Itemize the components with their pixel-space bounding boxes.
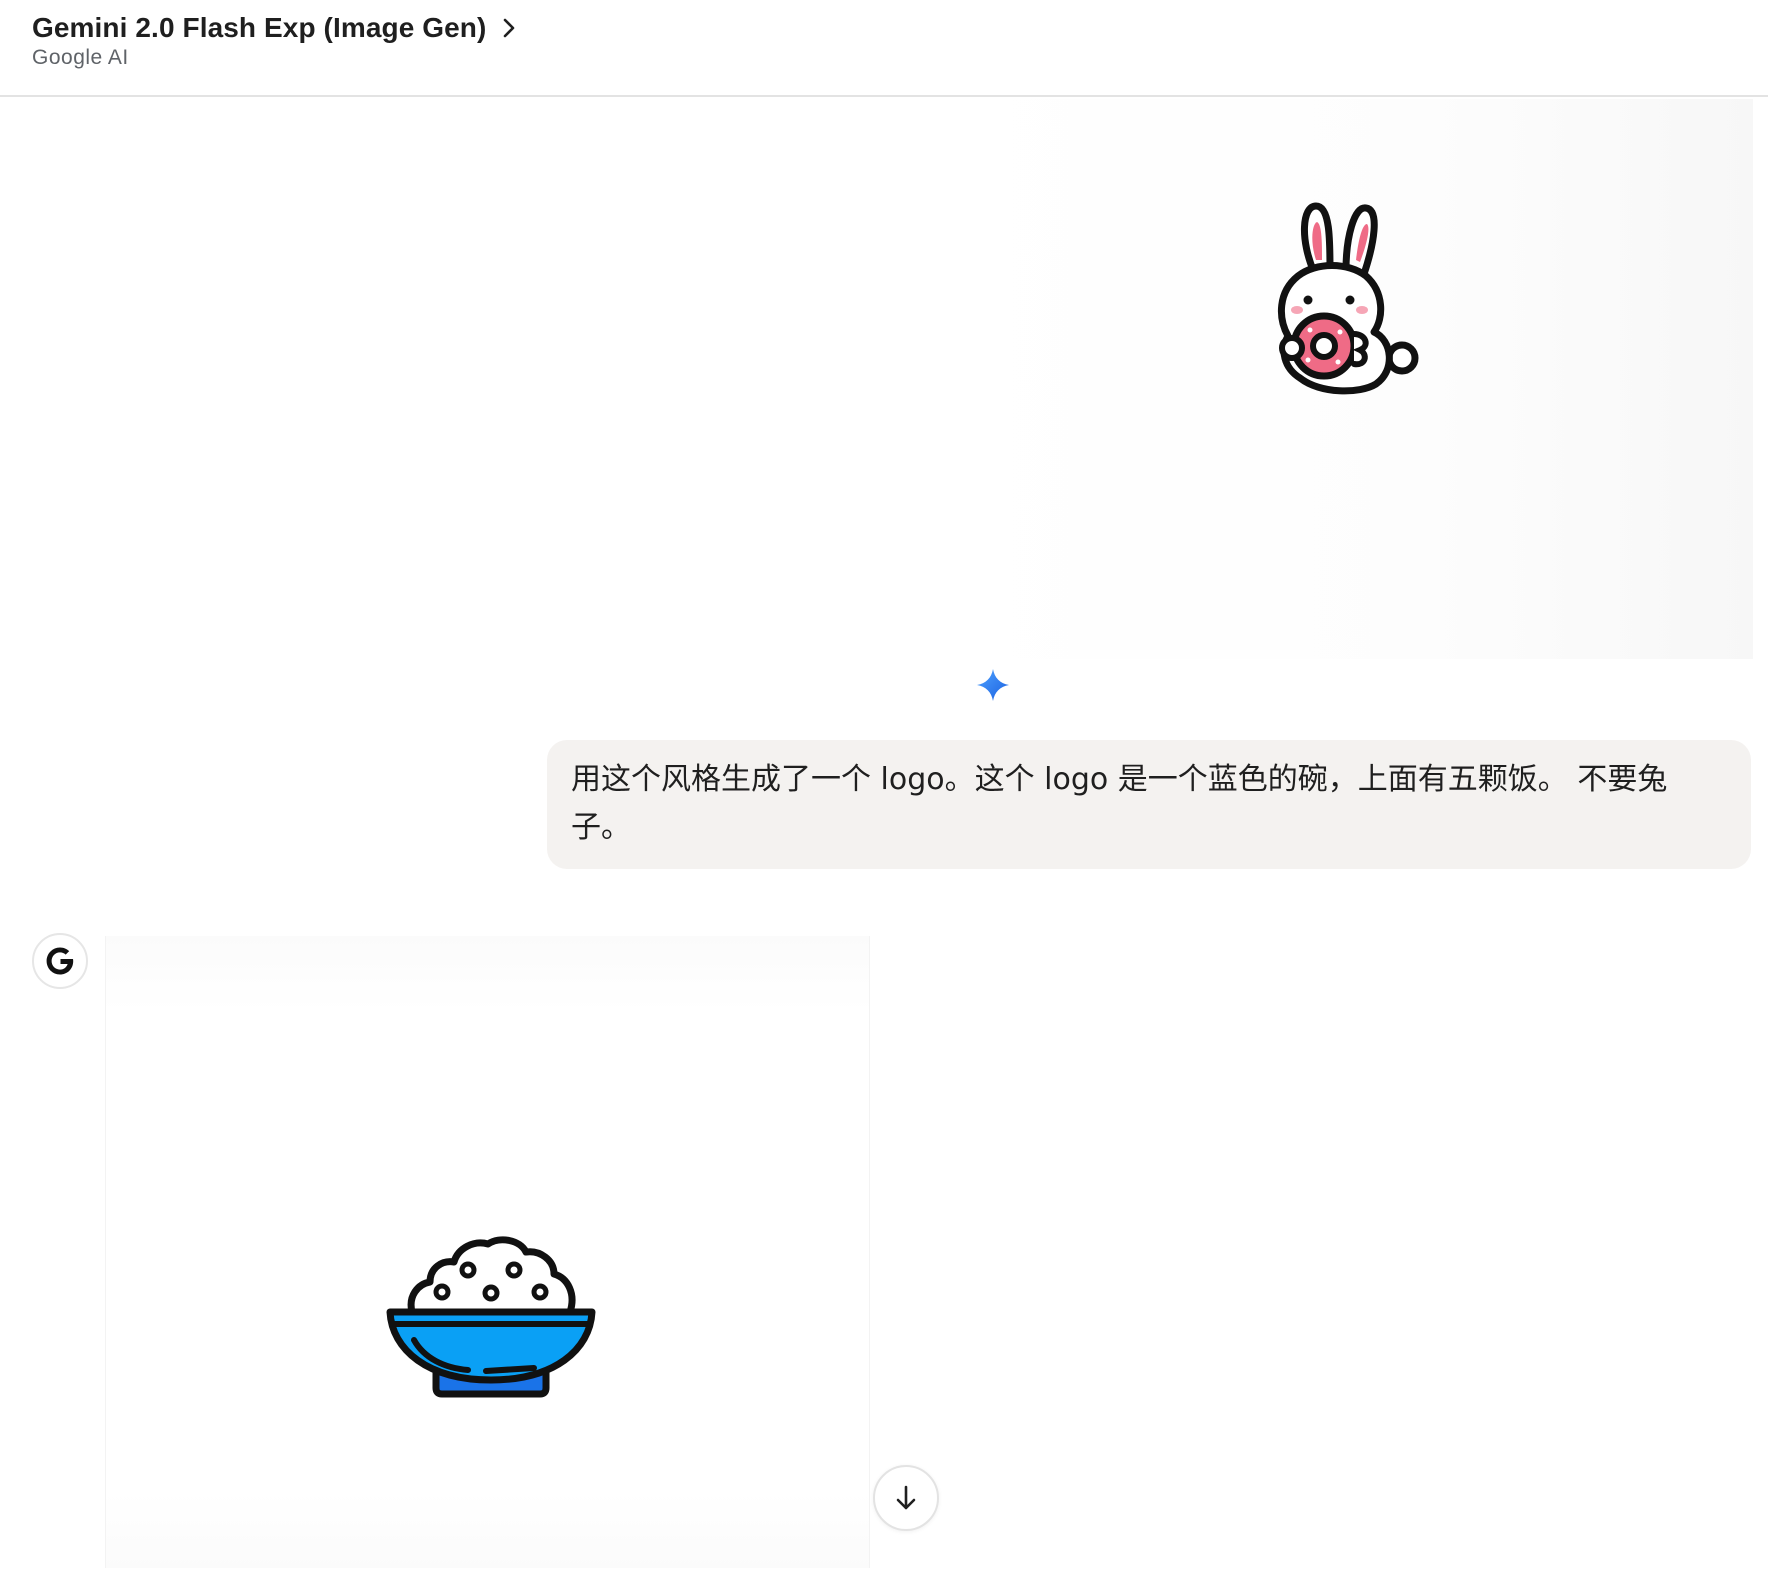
chat-header: Gemini 2.0 Flash Exp (Image Gen) Google …	[0, 0, 1768, 97]
model-name: Gemini 2.0 Flash Exp (Image Gen)	[32, 12, 487, 43]
gemini-spark-icon	[977, 669, 1009, 701]
rabbit-holding-donut-image	[1277, 202, 1419, 395]
model-provider: Google AI	[32, 46, 129, 69]
scroll-down-button[interactable]	[873, 1465, 939, 1531]
user-message-text: 用这个风格生成了一个 logo。这个 logo 是一个蓝色的碗，上面有五颗饭。 …	[571, 762, 1668, 845]
google-avatar	[32, 933, 88, 989]
google-g-icon	[46, 947, 74, 975]
model-selector[interactable]: Gemini 2.0 Flash Exp (Image Gen)	[32, 8, 520, 48]
chevron-right-icon	[502, 16, 520, 40]
user-message-bubble: 用这个风格生成了一个 logo。这个 logo 是一个蓝色的碗，上面有五颗饭。 …	[547, 740, 1751, 869]
blue-rice-bowl-logo-image	[386, 1236, 596, 1398]
arrow-down-icon	[896, 1485, 916, 1510]
